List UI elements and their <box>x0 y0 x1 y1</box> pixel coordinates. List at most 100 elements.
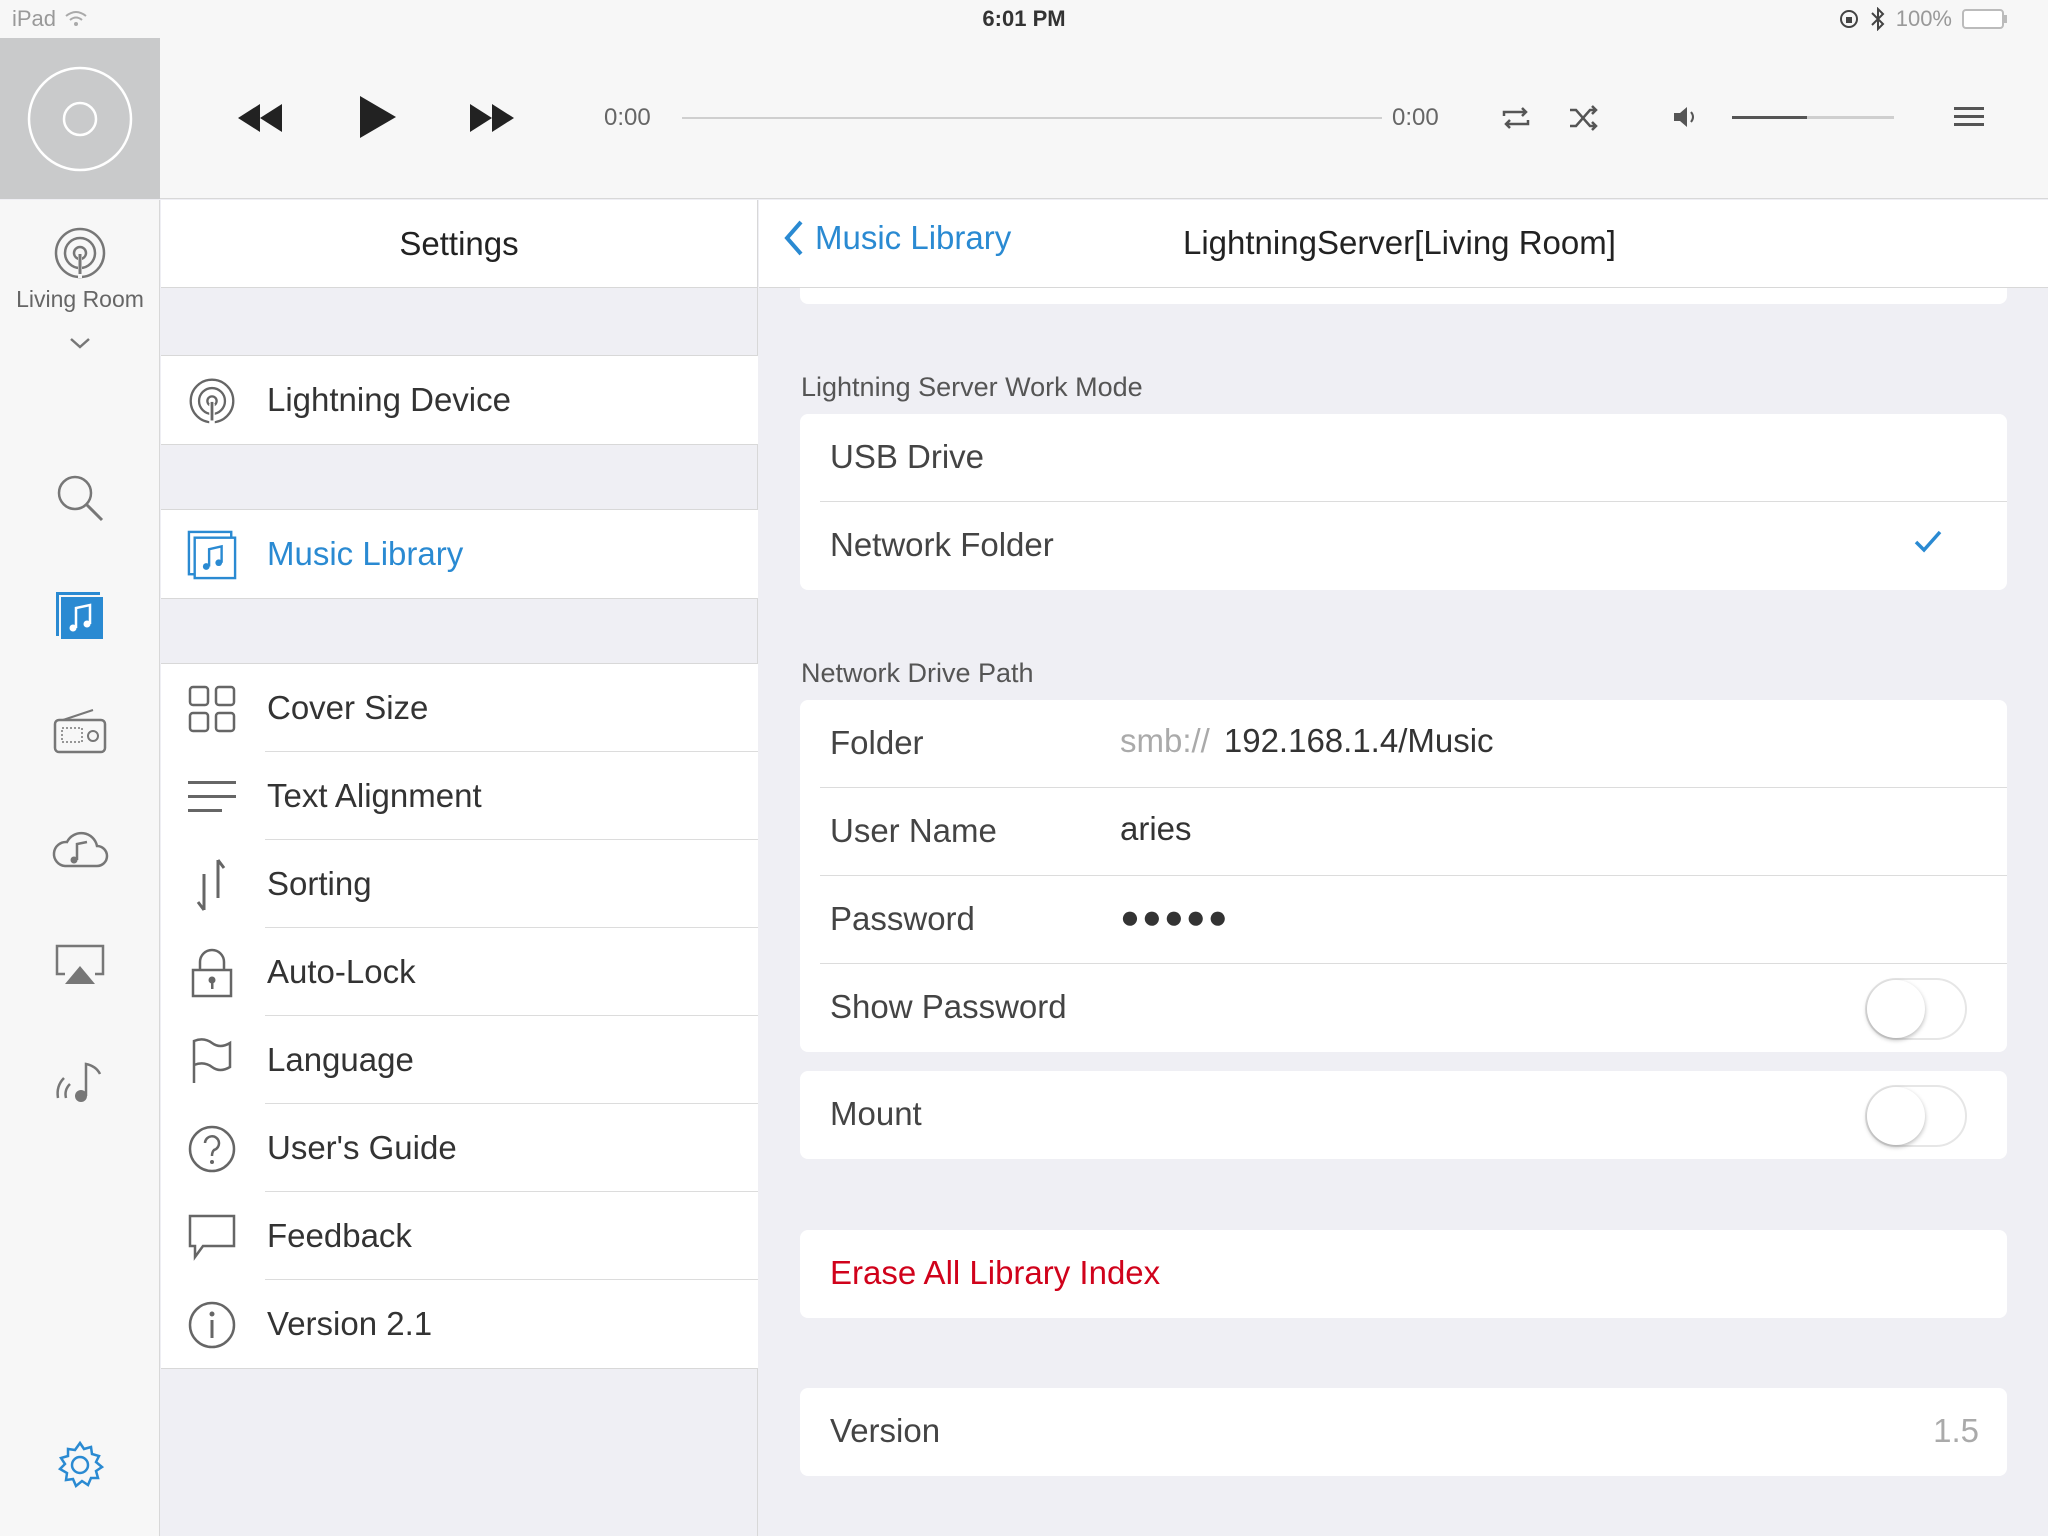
folder-prefix: smb:// <box>1120 722 1210 759</box>
progress-bar[interactable] <box>682 117 1382 119</box>
settings-item-lightning-device[interactable]: Lightning Device <box>161 356 758 444</box>
settings-item-text-alignment[interactable]: Text Alignment <box>161 752 758 840</box>
username-field[interactable]: aries <box>1120 810 1192 848</box>
menu-icon <box>1954 107 1984 126</box>
play-icon <box>360 96 396 138</box>
settings-item-label: Lightning Device <box>267 381 511 418</box>
settings-item-label: Language <box>267 1041 414 1078</box>
username-row[interactable]: User Name aries <box>800 788 2007 876</box>
erase-library-button[interactable]: Erase All Library Index <box>800 1230 2007 1318</box>
play-button[interactable] <box>358 94 398 140</box>
lightning-device-icon <box>54 227 106 279</box>
mount-row: Mount <box>800 1071 2007 1159</box>
lock-rotation-icon <box>1839 10 1858 28</box>
show-password-toggle[interactable] <box>1865 978 1967 1040</box>
settings-item-auto-lock[interactable]: Auto-Lock <box>161 928 758 1016</box>
mount-toggle[interactable] <box>1865 1085 1967 1147</box>
airplay-icon <box>55 944 105 984</box>
cloud-music-icon <box>52 831 109 868</box>
option-usb-drive[interactable]: USB Drive <box>800 414 2007 502</box>
erase-card: Erase All Library Index <box>800 1230 2007 1318</box>
battery-icon <box>1962 9 2007 29</box>
settings-item-language[interactable]: Language <box>161 1016 758 1104</box>
rail-airplay[interactable] <box>0 942 160 988</box>
settings-item-users-guide[interactable]: User's Guide <box>161 1104 758 1192</box>
settings-item-cover-size[interactable]: Cover Size <box>161 664 758 752</box>
back-button[interactable]: Music Library <box>783 218 1011 258</box>
lightning-device-icon <box>187 376 237 426</box>
repeat-icon <box>1502 107 1530 129</box>
back-label: Music Library <box>815 219 1012 256</box>
status-right: 100% <box>1838 6 2008 32</box>
album-art-placeholder-icon <box>27 66 133 171</box>
chevron-left-icon <box>784 220 803 256</box>
version-card: Version 1.5 <box>800 1388 2007 1476</box>
folder-value: 192.168.1.4/Music <box>1223 722 1494 759</box>
option-network-folder[interactable]: Network Folder <box>800 502 2007 590</box>
text-align-icon <box>187 772 237 822</box>
rail-search[interactable] <box>0 472 160 524</box>
option-label: USB Drive <box>830 438 985 475</box>
album-art[interactable] <box>0 38 160 199</box>
toggle-knob <box>1867 980 1925 1038</box>
help-icon <box>187 1124 237 1174</box>
rail-radio[interactable] <box>0 708 160 754</box>
streaming-music-icon <box>56 1062 102 1102</box>
menu-button[interactable] <box>1954 104 1984 130</box>
info-icon <box>187 1300 237 1350</box>
duration-time: 0:00 <box>1392 104 1439 131</box>
section-label-network-path: Network Drive Path <box>801 658 1034 688</box>
rail-settings[interactable] <box>0 1440 160 1490</box>
rewind-icon <box>238 104 282 132</box>
volume-slider[interactable] <box>1732 116 1894 119</box>
shuffle-button[interactable] <box>1568 104 1600 132</box>
chevron-down-icon <box>70 338 90 349</box>
settings-item-sorting[interactable]: Sorting <box>161 840 758 928</box>
mount-card: Mount <box>800 1071 2007 1159</box>
room-dropdown[interactable] <box>0 336 160 350</box>
fast-forward-button[interactable] <box>466 102 516 134</box>
now-playing-bar: 0:00 0:00 <box>0 38 2048 199</box>
settings-item-music-library[interactable]: Music Library <box>161 510 758 598</box>
username-label: User Name <box>830 812 997 849</box>
settings-item-label: Feedback <box>267 1217 412 1254</box>
folder-row[interactable]: Folder smb:// 192.168.1.4/Music <box>800 700 2007 788</box>
option-label: Network Folder <box>830 526 1054 563</box>
password-field[interactable]: ●●●●● <box>1120 898 1230 936</box>
settings-item-feedback[interactable]: Feedback <box>161 1192 758 1280</box>
room-selector[interactable] <box>0 226 160 280</box>
room-label[interactable]: Living Room <box>0 286 160 313</box>
rail-music-library[interactable] <box>0 590 160 642</box>
rail-cloud-music[interactable] <box>0 826 160 870</box>
rewind-button[interactable] <box>236 102 286 134</box>
volume-level <box>1732 116 1807 119</box>
checkmark-icon <box>1914 530 1942 553</box>
settings-item-label: Version 2.1 <box>267 1305 433 1342</box>
toggle-knob <box>1867 1087 1925 1145</box>
detail-header: Music Library LightningServer[Living Roo… <box>759 200 2048 288</box>
settings-item-label: Sorting <box>267 865 372 902</box>
grid-icon <box>187 684 237 734</box>
folder-field[interactable]: smb:// 192.168.1.4/Music <box>1120 722 1494 760</box>
device-group: Lightning Device <box>161 355 758 445</box>
settings-item-version[interactable]: Version 2.1 <box>161 1280 758 1368</box>
volume-button[interactable] <box>1672 104 1700 130</box>
settings-item-label: User's Guide <box>267 1129 457 1166</box>
elapsed-time: 0:00 <box>604 104 651 131</box>
radio-icon <box>53 709 107 754</box>
detail-panel: Music Library LightningServer[Living Roo… <box>759 200 2048 1536</box>
password-row[interactable]: Password ●●●●● <box>800 876 2007 964</box>
settings-gear-icon <box>57 1440 105 1489</box>
rail-streaming[interactable] <box>0 1056 160 1104</box>
version-label: Version <box>830 1412 941 1449</box>
repeat-button[interactable] <box>1500 104 1532 132</box>
detail-title: LightningServer[Living Room] <box>1183 224 1616 261</box>
shuffle-icon <box>1570 105 1598 131</box>
show-password-row: Show Password <box>800 964 2007 1052</box>
settings-item-label: Auto-Lock <box>267 953 416 990</box>
version-row: Version 1.5 <box>800 1388 2007 1476</box>
fast-forward-icon <box>470 104 514 132</box>
chat-bubble-icon <box>187 1212 237 1262</box>
source-rail: Living Room <box>0 200 160 1536</box>
settings-panel: Settings Lightning Device Music Library … <box>161 200 758 1536</box>
